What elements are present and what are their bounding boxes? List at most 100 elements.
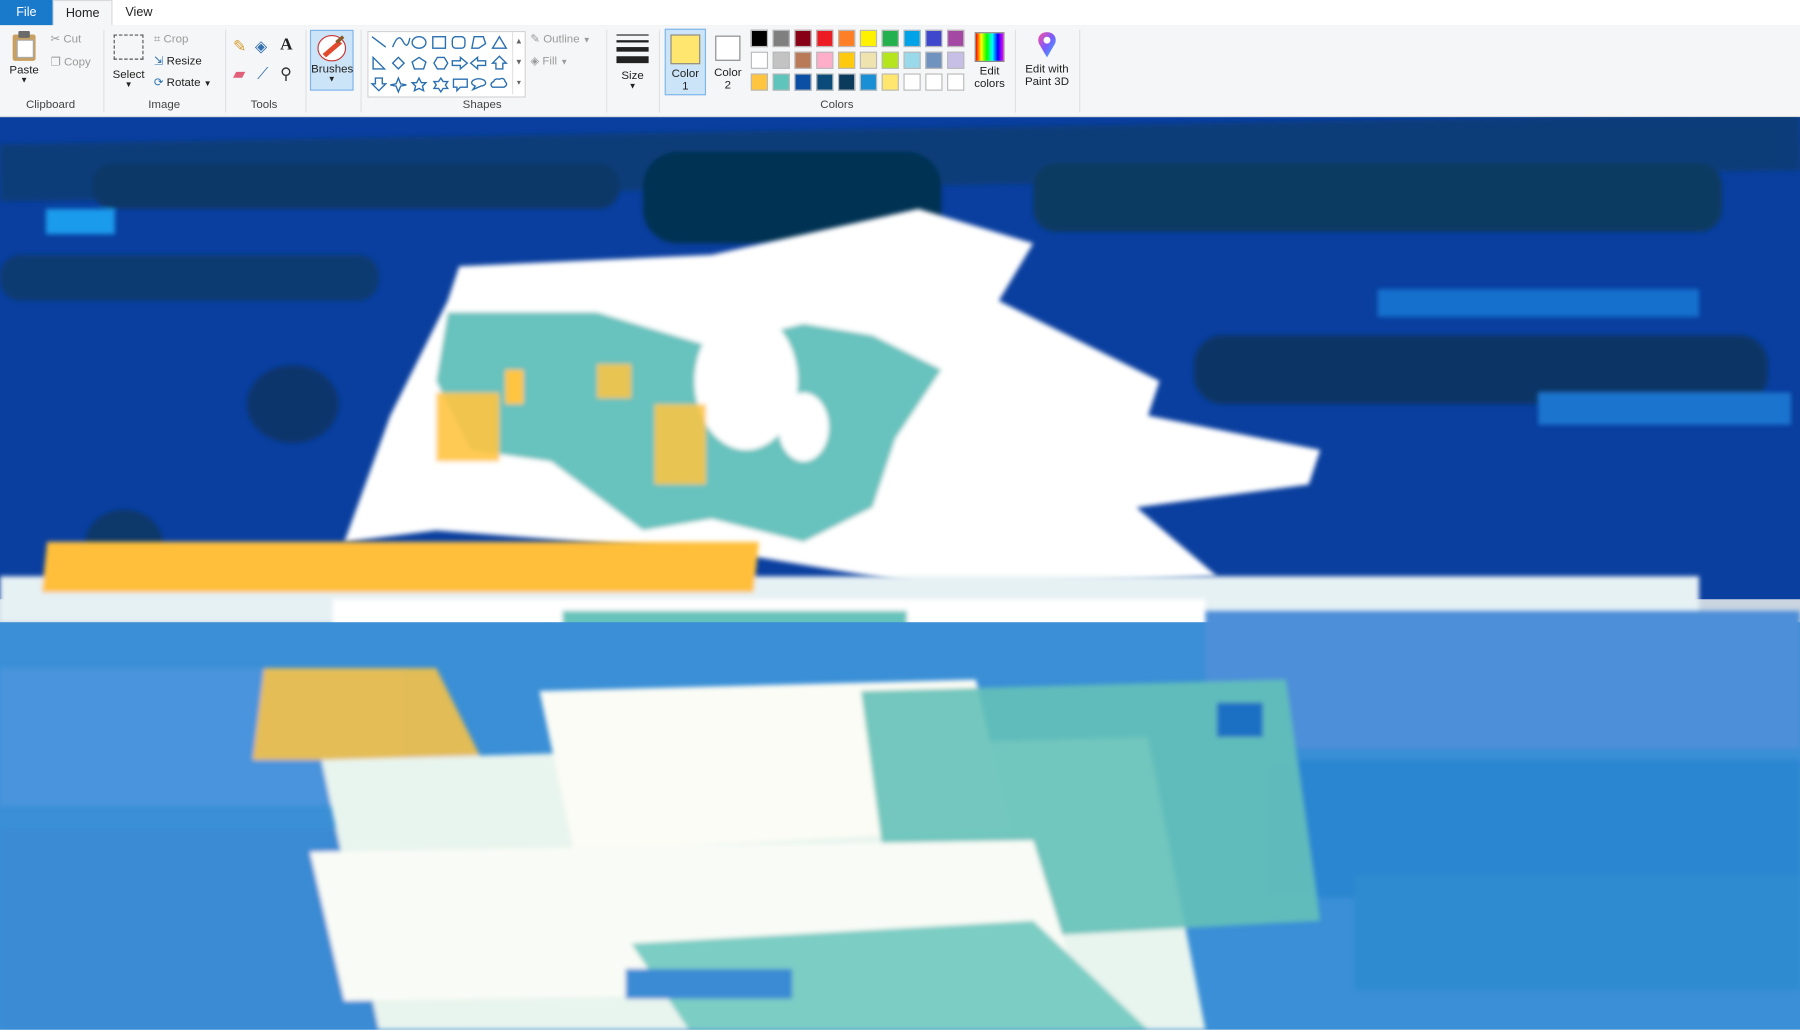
color2-swatch (715, 35, 741, 61)
text-tool[interactable]: A (280, 36, 292, 56)
palette-swatch[interactable] (947, 73, 965, 91)
colors-group-label: Colors (820, 98, 854, 112)
hexagon-shape-icon (433, 56, 449, 70)
color-palette (750, 29, 969, 97)
color1-button[interactable]: Color 1 (664, 28, 707, 96)
palette-swatch[interactable] (794, 73, 812, 91)
clipboard-group-label: Clipboard (25, 98, 76, 112)
pentagon-shape-icon (411, 56, 427, 70)
crop-button[interactable]: ⌗ Crop (154, 33, 189, 46)
palette-swatch[interactable] (838, 29, 856, 48)
palette-swatch[interactable] (816, 51, 834, 69)
palette-swatch[interactable] (838, 73, 856, 91)
cut-label: Cut (63, 33, 82, 46)
palette-swatch[interactable] (903, 51, 921, 69)
palette-swatch[interactable] (816, 29, 834, 48)
rotate-dropdown-icon: ▼ (203, 80, 212, 89)
palette-swatch[interactable] (925, 51, 943, 69)
paste-button[interactable]: Paste ▼ (5, 30, 44, 94)
palette-swatch[interactable] (750, 29, 769, 48)
painting-canvas[interactable] (0, 117, 1800, 1030)
palette-swatch[interactable] (859, 73, 878, 91)
palette-swatch[interactable] (881, 29, 899, 48)
select-button[interactable]: Select ▼ (110, 32, 147, 96)
paste-icon (12, 30, 36, 61)
palette-swatch[interactable] (772, 29, 790, 48)
palette-swatch[interactable] (794, 29, 812, 48)
fill-tool[interactable]: ◈ (255, 37, 267, 57)
up-arrow-shape-icon (490, 55, 508, 70)
brushes-button[interactable]: Brushes ▼ (309, 29, 354, 91)
edit-colors-line1: Edit (979, 65, 1000, 79)
palette-swatch[interactable] (947, 29, 965, 48)
right-triangle-shape-icon (372, 55, 387, 70)
fill-icon: ◈ (530, 55, 540, 68)
shapes-icons (370, 35, 508, 94)
rectangle-shape-icon (432, 36, 447, 49)
copy-button[interactable]: ❐ Copy (51, 56, 91, 69)
magnifier-tool[interactable]: ⚲ (280, 64, 292, 84)
rounded-rectangle-shape-icon (451, 36, 466, 49)
edit-colors-icon (974, 32, 1005, 62)
image-group-label: Image (148, 98, 181, 112)
separator (225, 29, 227, 113)
cut-button[interactable]: ✂ Cut (51, 33, 82, 46)
palette-swatch[interactable] (903, 73, 921, 91)
palette-swatch[interactable] (859, 51, 878, 69)
four-point-star-shape-icon (390, 76, 407, 94)
paste-label: Paste (9, 64, 39, 77)
size-button[interactable]: Size ▼ (612, 32, 653, 96)
resize-icon: ⇲ (153, 55, 164, 68)
resize-button[interactable]: ⇲ Resize (154, 55, 202, 68)
edit-colors-button[interactable]: Edit colors (971, 30, 1008, 97)
rotate-button[interactable]: ⟳ Rotate ▼ (154, 77, 212, 90)
palette-swatch[interactable] (859, 29, 878, 48)
scroll-down-icon: ▼ (514, 58, 523, 67)
palette-swatch[interactable] (772, 73, 790, 91)
separator (103, 29, 105, 113)
fill-button[interactable]: ◈ Fill ▼ (530, 55, 568, 68)
shapes-gallery[interactable]: ▲ ▼ ▾ (367, 30, 526, 98)
paint3d-line2: Paint 3D (1024, 75, 1069, 89)
palette-swatch[interactable] (772, 51, 790, 69)
palette-swatch[interactable] (816, 73, 834, 91)
cut-icon: ✂ (50, 33, 61, 46)
shapes-scroll[interactable]: ▲ ▼ ▾ (512, 32, 525, 95)
text-icon: A (280, 35, 293, 54)
palette-swatch[interactable] (881, 51, 899, 69)
color-picker-tool[interactable]: ⟋ (257, 64, 268, 84)
edit-with-paint3d-button[interactable]: Edit with Paint 3D (1019, 30, 1074, 97)
palette-swatch[interactable] (925, 73, 943, 91)
rotate-label: Rotate (166, 76, 201, 90)
resize-label: Resize (166, 55, 202, 68)
palette-swatch[interactable] (750, 73, 769, 91)
palette-swatch[interactable] (750, 51, 769, 69)
outline-button[interactable]: ✎ Outline ▼ (530, 33, 590, 46)
canvas-area[interactable] (0, 117, 1800, 1030)
fill-label: Fill (542, 55, 558, 68)
palette-swatch[interactable] (881, 73, 899, 91)
palette-swatch[interactable] (947, 51, 965, 69)
separator (1079, 29, 1081, 113)
color1-label-line2: 1 (682, 80, 689, 93)
tab-file[interactable]: File (0, 0, 53, 26)
separator (658, 29, 661, 113)
palette-swatch[interactable] (903, 29, 921, 48)
tab-view[interactable]: View (113, 0, 166, 25)
tab-home[interactable]: Home (52, 0, 113, 27)
crop-icon: ⌗ (153, 33, 161, 46)
eraser-tool[interactable]: ▰ (233, 64, 245, 84)
palette-swatch[interactable] (794, 51, 812, 69)
right-arrow-shape-icon (451, 55, 469, 71)
palette-swatch[interactable] (925, 29, 943, 48)
oval-callout-shape-icon (471, 77, 487, 92)
brush-icon (317, 35, 347, 62)
size-icon (616, 34, 649, 64)
color2-button[interactable]: Color 2 (708, 29, 747, 96)
pencil-tool[interactable]: ✎ (233, 37, 246, 57)
color1-label-line1: Color (671, 67, 700, 81)
palette-swatch[interactable] (838, 51, 856, 69)
ribbon: Paste ▼ ✂ Cut ❐ Copy Clipboard Select ▼ … (0, 25, 1800, 118)
eyedropper-icon: ⟋ (257, 64, 269, 83)
edit-colors-line2: colors (974, 78, 1005, 91)
